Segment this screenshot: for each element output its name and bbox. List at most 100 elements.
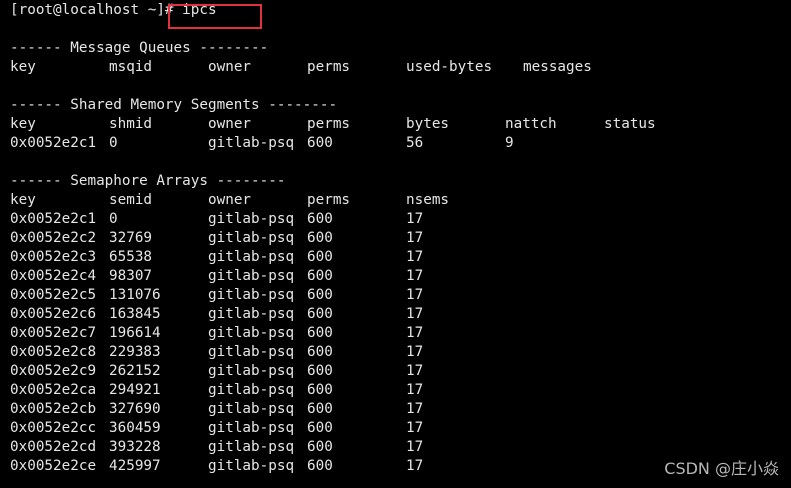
sem-nsems: 17 (406, 344, 424, 360)
column-nsems: nsems (406, 192, 450, 208)
column-status: status (604, 116, 656, 132)
column-messages: messages (523, 59, 592, 75)
shared-memory-columns: key shmid owner perms bytes nattch statu… (10, 115, 791, 134)
sem-owner: gitlab-psq (208, 420, 295, 436)
sem-semid: 163845 (109, 306, 161, 322)
sem-owner: gitlab-psq (208, 325, 295, 341)
sem-owner: gitlab-psq (208, 458, 295, 474)
shm-key: 0x0052e2c1 (10, 135, 97, 151)
sem-semid: 0 (109, 211, 118, 227)
column-perms: perms (307, 192, 351, 208)
table-row: 0x0052e2c1 0 gitlab-psq 600 56 9 (10, 134, 791, 153)
column-perms: perms (307, 116, 351, 132)
sem-nsems: 17 (406, 325, 424, 341)
sem-perms: 600 (307, 249, 333, 265)
sem-semid: 229383 (109, 344, 161, 360)
semaphore-rows: 0x0052e2c1 0 gitlab-psq 600 17 0x0052e2c2 3276… (10, 210, 791, 476)
sem-perms: 600 (307, 211, 333, 227)
column-bytes: bytes (406, 116, 450, 132)
sem-nsems: 17 (406, 249, 424, 265)
sem-semid: 294921 (109, 382, 161, 398)
sem-semid: 393228 (109, 439, 161, 455)
sem-key: 0x0052e2c9 (10, 363, 97, 379)
sem-semid: 360459 (109, 420, 161, 436)
sem-owner: gitlab-psq (208, 439, 295, 455)
sem-key: 0x0052e2c6 (10, 306, 97, 322)
column-owner: owner (208, 116, 252, 132)
sem-owner: gitlab-psq (208, 382, 295, 398)
sem-perms: 600 (307, 306, 333, 322)
sem-owner: gitlab-psq (208, 268, 295, 284)
column-nattch: nattch (505, 116, 557, 132)
sem-key: 0x0052e2cd (10, 439, 97, 455)
table-row: 0x0052e2c3 65538 gitlab-psq 600 17 (10, 248, 791, 267)
sem-key: 0x0052e2c2 (10, 230, 97, 246)
table-row: 0x0052e2c8 229383 gitlab-psq 600 17 (10, 343, 791, 362)
column-perms: perms (307, 59, 351, 75)
column-owner: owner (208, 59, 252, 75)
table-row: 0x0052e2cc 360459 gitlab-psq 600 17 (10, 419, 791, 438)
sem-key: 0x0052e2c4 (10, 268, 97, 284)
shm-nattch: 9 (505, 135, 514, 151)
table-row: 0x0052e2c5 131076 gitlab-psq 600 17 (10, 286, 791, 305)
sem-perms: 600 (307, 382, 333, 398)
shm-owner: gitlab-psq (208, 135, 295, 151)
sem-key: 0x0052e2c8 (10, 344, 97, 360)
sem-nsems: 17 (406, 420, 424, 436)
command-line: [root@localhost ~]# ipcs (10, 1, 791, 20)
sem-owner: gitlab-psq (208, 249, 295, 265)
shell-prompt: [root@localhost ~]# (10, 2, 183, 18)
sem-perms: 600 (307, 287, 333, 303)
sem-key: 0x0052e2ca (10, 382, 97, 398)
sem-key: 0x0052e2ce (10, 458, 97, 474)
table-row: 0x0052e2cb 327690 gitlab-psq 600 17 (10, 400, 791, 419)
shm-perms: 600 (307, 135, 333, 151)
sem-semid: 98307 (109, 268, 153, 284)
table-row: 0x0052e2c7 196614 gitlab-psq 600 17 (10, 324, 791, 343)
sem-perms: 600 (307, 344, 333, 360)
table-row: 0x0052e2c4 98307 gitlab-psq 600 17 (10, 267, 791, 286)
column-used-bytes: used-bytes (406, 59, 493, 75)
sem-nsems: 17 (406, 458, 424, 474)
sem-owner: gitlab-psq (208, 363, 295, 379)
sem-nsems: 17 (406, 401, 424, 417)
column-semid: semid (109, 192, 153, 208)
sem-owner: gitlab-psq (208, 287, 295, 303)
sem-semid: 65538 (109, 249, 153, 265)
sem-key: 0x0052e2cc (10, 420, 97, 436)
sem-perms: 600 (307, 420, 333, 436)
table-row: 0x0052e2c2 32769 gitlab-psq 600 17 (10, 229, 791, 248)
sem-perms: 600 (307, 401, 333, 417)
sem-semid: 196614 (109, 325, 161, 341)
sem-perms: 600 (307, 268, 333, 284)
shm-shmid: 0 (109, 135, 118, 151)
sem-perms: 600 (307, 458, 333, 474)
command-highlight-box (168, 4, 262, 29)
sem-key: 0x0052e2c7 (10, 325, 97, 341)
column-key: key (10, 192, 36, 208)
sem-owner: gitlab-psq (208, 306, 295, 322)
sem-nsems: 17 (406, 382, 424, 398)
column-owner: owner (208, 192, 252, 208)
sem-owner: gitlab-psq (208, 401, 295, 417)
column-key: key (10, 59, 36, 75)
sem-nsems: 17 (406, 363, 424, 379)
semaphore-arrays-columns: key semid owner perms nsems (10, 191, 791, 210)
sem-key: 0x0052e2c1 (10, 211, 97, 227)
table-row: 0x0052e2c6 163845 gitlab-psq 600 17 (10, 305, 791, 324)
table-row: 0x0052e2c9 262152 gitlab-psq 600 17 (10, 362, 791, 381)
sem-semid: 327690 (109, 401, 161, 417)
terminal-window[interactable]: [root@localhost ~]# ipcs ------ Message … (10, 1, 791, 476)
sem-key: 0x0052e2c3 (10, 249, 97, 265)
sem-semid: 32769 (109, 230, 153, 246)
sem-semid: 262152 (109, 363, 161, 379)
table-row: 0x0052e2c1 0 gitlab-psq 600 17 (10, 210, 791, 229)
sem-owner: gitlab-psq (208, 230, 295, 246)
message-queues-columns: key msqid owner perms used-bytes message… (10, 58, 791, 77)
sem-semid: 425997 (109, 458, 161, 474)
column-key: key (10, 116, 36, 132)
sem-perms: 600 (307, 325, 333, 341)
sem-nsems: 17 (406, 439, 424, 455)
